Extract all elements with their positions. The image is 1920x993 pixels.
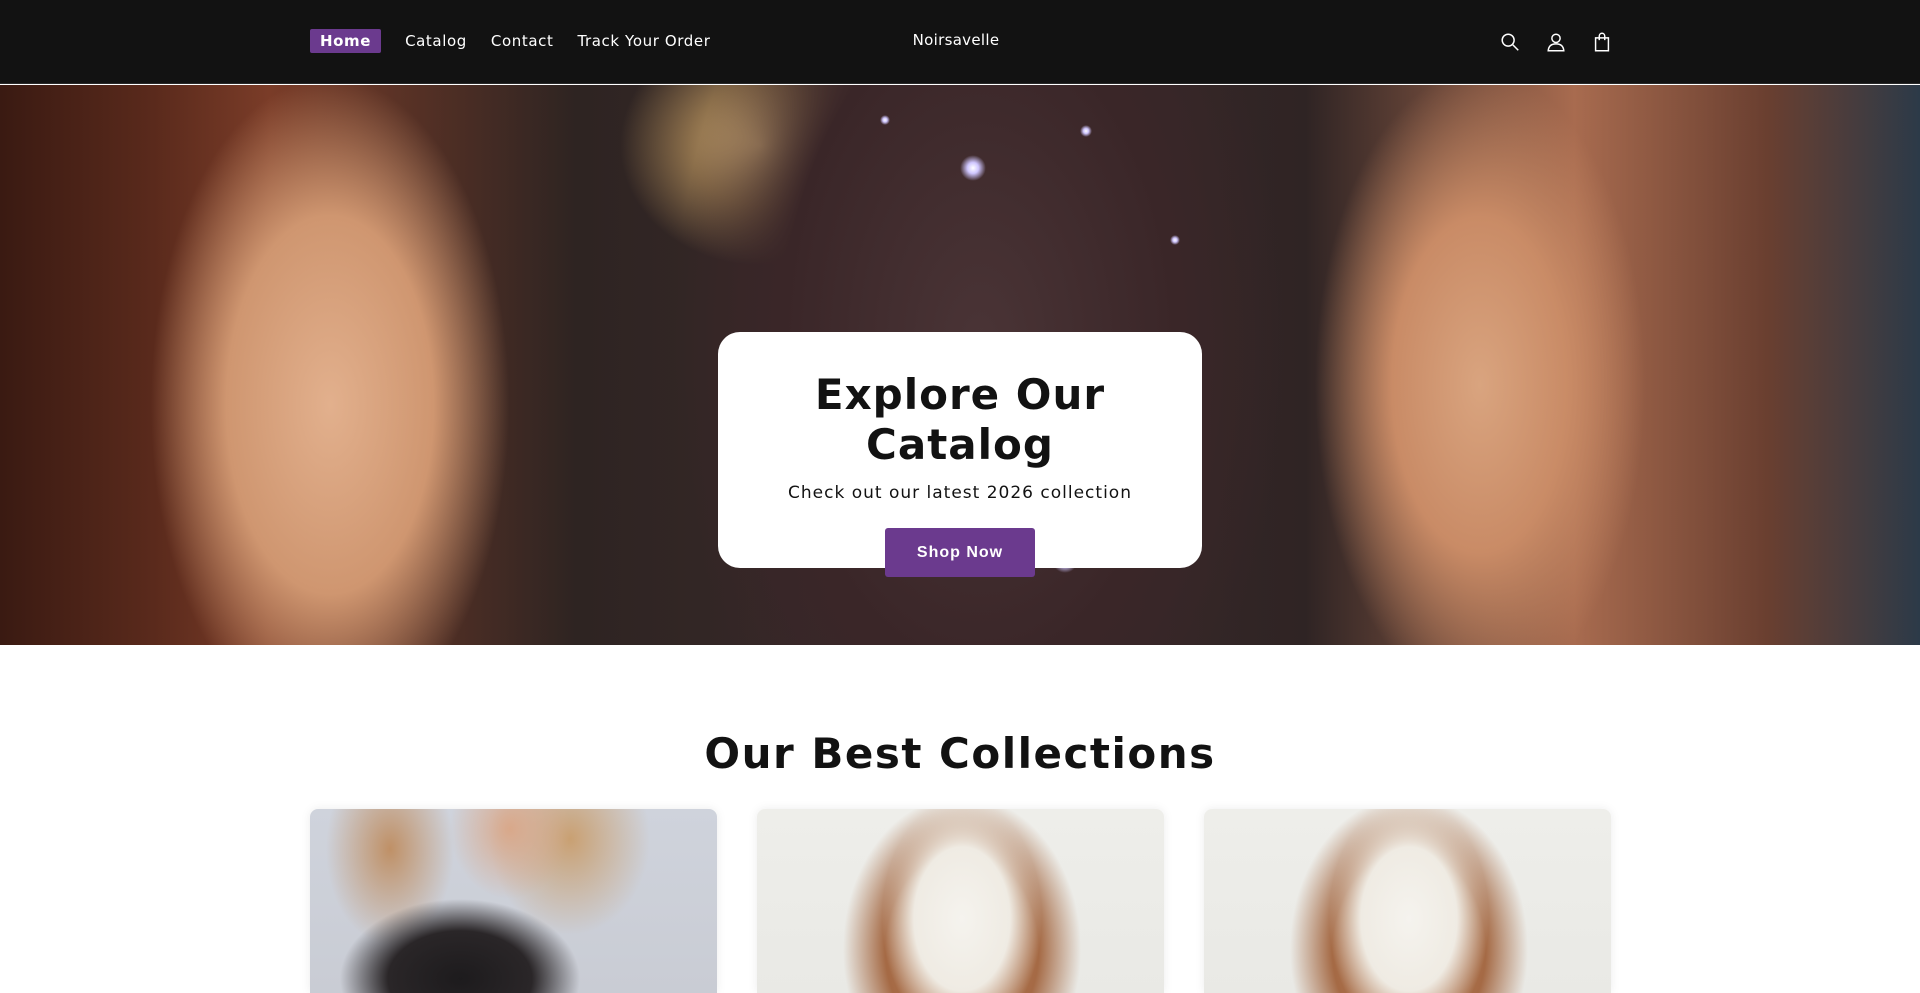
shop-now-button[interactable]: Shop Now (885, 528, 1035, 577)
hero-subtitle: Check out our latest 2026 collection (788, 483, 1132, 503)
sequin-sparkle (880, 115, 890, 125)
collection-image (757, 809, 1164, 993)
search-button[interactable] (1496, 26, 1524, 58)
hero-banner: Explore Our Catalog Check out our latest… (0, 85, 1920, 645)
site-header: Home Catalog Contact Track Your Order No… (0, 0, 1920, 84)
brand-logo[interactable]: Noirsavelle (0, 31, 1912, 49)
collection-card[interactable] (757, 809, 1164, 993)
hero-card: Explore Our Catalog Check out our latest… (718, 332, 1202, 577)
collection-image (1204, 809, 1611, 993)
collection-image (310, 809, 717, 993)
sequin-sparkle (1170, 235, 1180, 245)
account-icon (1547, 33, 1565, 52)
hero-title: Explore Our Catalog (814, 370, 1106, 469)
collections-title: Our Best Collections (704, 729, 1216, 778)
account-button[interactable] (1542, 26, 1570, 58)
header-icons (1496, 26, 1616, 58)
sequin-sparkle (1080, 125, 1092, 137)
search-icon (1501, 33, 1519, 51)
collection-card[interactable] (310, 809, 717, 993)
cart-button[interactable] (1588, 26, 1616, 58)
cart-icon (1594, 32, 1610, 52)
collections-grid (310, 809, 1611, 993)
sequin-sparkle (960, 155, 986, 181)
collection-card[interactable] (1204, 809, 1611, 993)
